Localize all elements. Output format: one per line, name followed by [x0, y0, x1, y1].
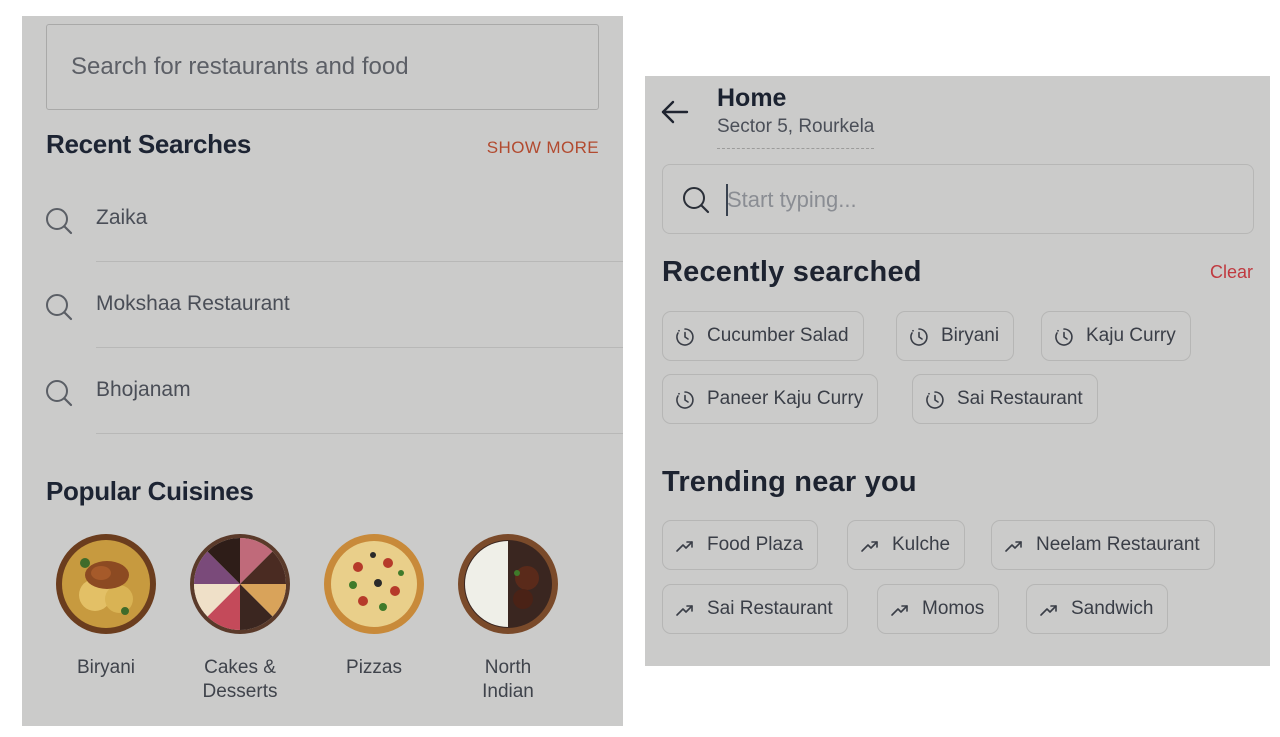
chip-label: Paneer Kaju Curry — [707, 388, 864, 409]
recent-chip[interactable]: Sai Restaurant — [912, 374, 1098, 424]
location-title: Home — [717, 84, 787, 112]
pizza-dish-image — [324, 534, 424, 634]
popular-cuisines-row: Biryani Cakes & Desserts Pizzas North In… — [46, 531, 606, 711]
cakes-dish-image — [190, 534, 290, 634]
trending-arrow-icon — [861, 541, 878, 552]
cuisine-biryani[interactable]: Biryani — [46, 531, 166, 680]
cuisine-label: Biryani — [76, 657, 136, 678]
recent-search-item[interactable]: Mokshaa Restaurant — [22, 262, 623, 348]
chip-label: Biryani — [941, 325, 1000, 346]
cuisine-pizzas[interactable]: Pizzas — [314, 531, 434, 680]
location-subtitle[interactable]: Sector 5, Rourkela — [717, 116, 875, 149]
back-arrow-icon[interactable] — [659, 96, 691, 128]
history-clock-icon — [1055, 328, 1073, 346]
recent-chip[interactable]: Kaju Curry — [1041, 311, 1191, 361]
trending-chip[interactable]: Sandwich — [1026, 584, 1169, 634]
trending-arrow-icon — [676, 605, 693, 616]
recent-chip[interactable]: Biryani — [896, 311, 1015, 361]
trending-chip[interactable]: Food Plaza — [662, 520, 819, 570]
dish-search-field[interactable] — [662, 164, 1254, 234]
biryani-dish-image — [56, 534, 156, 634]
history-clock-icon — [910, 328, 928, 346]
trending-near-you-title: Trending near you — [662, 466, 917, 498]
clear-button[interactable]: Clear — [1210, 262, 1253, 283]
chip-label: Kulche — [892, 534, 951, 555]
recent-search-item[interactable]: Zaika — [22, 176, 623, 262]
chip-label: Food Plaza — [707, 534, 804, 555]
trending-chip[interactable]: Sai Restaurant — [662, 584, 848, 634]
recent-chip[interactable]: Paneer Kaju Curry — [662, 374, 879, 424]
search-icon — [46, 294, 73, 321]
restaurant-search-input[interactable]: Search for restaurants and food — [46, 24, 599, 110]
search-icon — [683, 187, 710, 214]
history-clock-icon — [676, 328, 694, 346]
cuisine-label: Pizzas — [346, 657, 402, 678]
divider — [96, 433, 623, 434]
trending-chip[interactable]: Kulche — [847, 520, 966, 570]
trending-arrow-icon — [676, 541, 693, 552]
chip-label: Sai Restaurant — [957, 388, 1083, 409]
popular-cuisines-title: Popular Cuisines — [46, 476, 254, 506]
trending-chip[interactable]: Neelam Restaurant — [991, 520, 1215, 570]
cuisine-cakes-desserts[interactable]: Cakes & Desserts — [180, 531, 300, 704]
history-clock-icon — [676, 391, 694, 409]
cuisine-label: North Indian — [482, 657, 534, 702]
recent-search-label: Mokshaa Restaurant — [96, 292, 290, 315]
chip-label: Sandwich — [1071, 598, 1154, 619]
recent-chip[interactable]: Cucumber Salad — [662, 311, 864, 361]
trending-arrow-icon — [891, 605, 908, 616]
cuisine-north-indian[interactable]: North Indian — [448, 531, 568, 704]
chip-label: Kaju Curry — [1086, 325, 1176, 346]
chip-label: Neelam Restaurant — [1036, 534, 1200, 555]
trending-chip[interactable]: Momos — [877, 584, 1000, 634]
left-search-panel: Search for restaurants and food Recent S… — [22, 16, 623, 726]
trending-arrow-icon — [1005, 541, 1022, 552]
search-input[interactable] — [727, 183, 1227, 217]
chip-label: Sai Restaurant — [707, 598, 833, 619]
chip-label: Cucumber Salad — [707, 325, 849, 346]
recently-searched-title: Recently searched — [662, 256, 922, 288]
search-placeholder-text: Search for restaurants and food — [71, 53, 409, 80]
chip-label: Momos — [922, 598, 985, 619]
recent-searches-list: Zaika Mokshaa Restaurant Bhojanam — [22, 176, 623, 434]
recent-search-label: Bhojanam — [96, 378, 191, 401]
recent-search-label: Zaika — [96, 206, 148, 229]
recent-searches-title: Recent Searches — [46, 129, 252, 159]
right-search-panel: Home Sector 5, Rourkela Recently searche… — [645, 76, 1270, 666]
show-more-link[interactable]: SHOW MORE — [487, 138, 599, 158]
recent-search-item[interactable]: Bhojanam — [22, 348, 623, 434]
search-icon — [46, 380, 73, 407]
cuisine-label: Cakes & Desserts — [202, 657, 278, 702]
north-indian-dish-image — [458, 534, 558, 634]
trending-arrow-icon — [1040, 605, 1057, 616]
search-icon — [46, 208, 73, 235]
history-clock-icon — [926, 391, 944, 409]
